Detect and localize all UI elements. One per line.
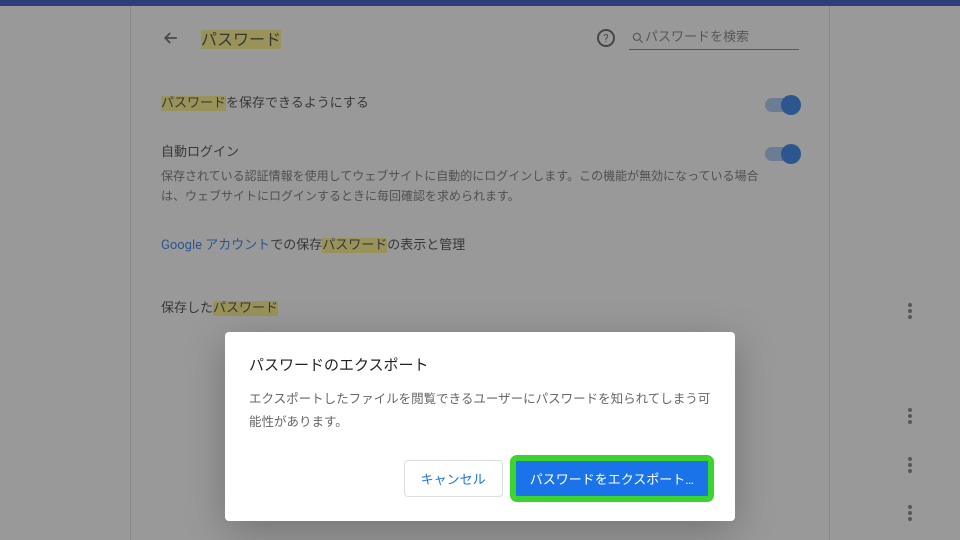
cancel-button[interactable]: キャンセル: [404, 460, 503, 497]
dialog-body: エクスポートしたファイルを閲覧できるユーザーにパスワードを知られてしまう可能性が…: [249, 389, 711, 434]
dialog-title: パスワードのエクスポート: [249, 354, 711, 375]
export-passwords-button[interactable]: パスワードをエクスポート…: [513, 458, 711, 499]
dialog-actions: キャンセル パスワードをエクスポート…: [249, 458, 711, 499]
export-passwords-dialog: パスワードのエクスポート エクスポートしたファイルを閲覧できるユーザーにパスワー…: [225, 332, 735, 521]
